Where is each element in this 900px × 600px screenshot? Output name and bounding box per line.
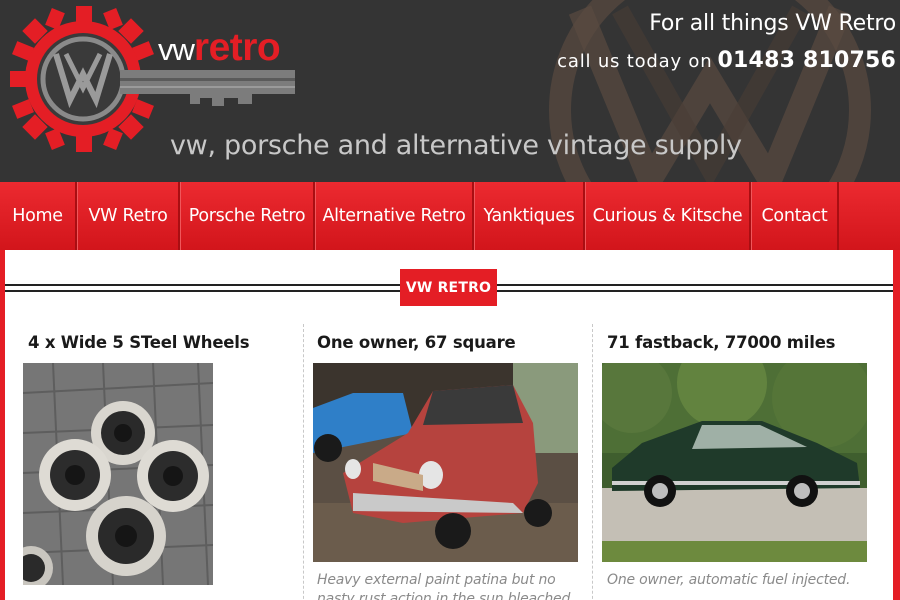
nav-item-vw-retro[interactable]: VW Retro — [77, 182, 180, 250]
green-fastback-photo[interactable] — [602, 363, 867, 562]
nav-item-porsche-retro[interactable]: Porsche Retro — [180, 182, 315, 250]
logo-wordmark: vwretro — [158, 26, 281, 69]
header-slogan: For all things VW Retro — [649, 11, 896, 36]
logo-vw: vw — [158, 32, 195, 67]
nav-item-home[interactable]: Home — [0, 182, 77, 250]
section-badge[interactable]: VW RETRO — [400, 269, 497, 306]
call-text: call us today on — [557, 51, 713, 72]
logo-retro: retro — [193, 26, 281, 69]
nav-item-alternative-retro[interactable]: Alternative Retro — [315, 182, 474, 250]
column-separator — [303, 324, 304, 600]
product-title[interactable]: 71 fastback, 77000 miles — [607, 333, 836, 352]
product-title[interactable]: One owner, 67 square — [317, 333, 516, 352]
product-description: One owner, automatic fuel injected. — [607, 572, 851, 588]
main-content: VW RETRO 4 x Wide 5 STeel Wheels One own… — [5, 250, 893, 600]
header-contact: call us today on 01483 810756 — [557, 48, 896, 73]
site-tagline: vw, porsche and alternative vintage supp… — [170, 130, 742, 161]
steel-wheels-photo[interactable] — [23, 363, 213, 585]
product-description: Heavy external paint patina but no nasty… — [317, 572, 571, 600]
product-title[interactable]: 4 x Wide 5 STeel Wheels — [28, 333, 250, 352]
nav-item-contact[interactable]: Contact — [751, 182, 839, 250]
site-header: vwretro vw, porsche and alternative vint… — [0, 0, 900, 182]
phone-number[interactable]: 01483 810756 — [718, 48, 896, 73]
column-separator — [592, 324, 593, 600]
red-squareback-photo[interactable] — [313, 363, 578, 562]
nav-item-curious-kitsche[interactable]: Curious & Kitsche — [585, 182, 751, 250]
main-navigation: Home VW Retro Porsche Retro Alternative … — [0, 182, 900, 250]
nav-item-yanktiques[interactable]: Yanktiques — [474, 182, 585, 250]
